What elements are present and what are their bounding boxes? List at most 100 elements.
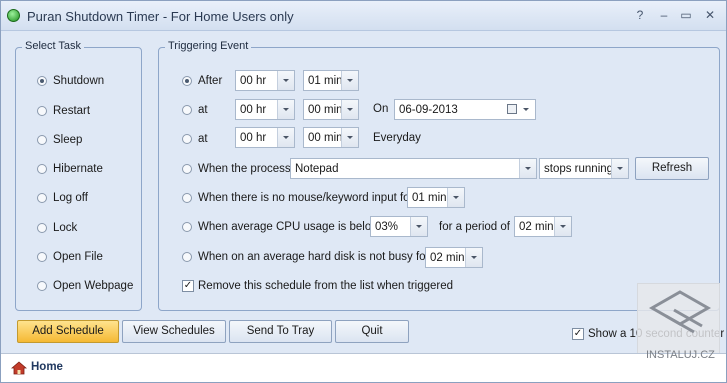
- trigger-process[interactable]: When the process: [182, 160, 291, 178]
- task-shutdown[interactable]: Shutdown: [37, 72, 104, 90]
- task-open-webpage[interactable]: Open Webpage: [37, 277, 133, 295]
- on-label: On: [373, 103, 389, 115]
- radio-icon[interactable]: [37, 76, 47, 86]
- task-lock[interactable]: Lock: [37, 219, 77, 237]
- help-button[interactable]: ?: [632, 7, 648, 23]
- title-bar: Puran Shutdown Timer - For Home Users on…: [1, 1, 726, 31]
- no-input-label: When there is no mouse/keyword input for: [198, 192, 414, 204]
- chevron-down-icon[interactable]: [447, 188, 464, 207]
- radio-icon[interactable]: [182, 222, 192, 232]
- after-hours-combo[interactable]: 00 hr: [235, 70, 295, 91]
- trigger-disk[interactable]: When on an average hard disk is not busy…: [182, 248, 429, 266]
- app-window: Puran Shutdown Timer - For Home Users on…: [0, 0, 727, 383]
- date-picker[interactable]: 06-09-2013: [394, 99, 536, 120]
- home-icon[interactable]: [11, 361, 27, 375]
- cpu-label: When average CPU usage is below: [198, 221, 380, 233]
- window-title: Puran Shutdown Timer - For Home Users on…: [27, 9, 294, 24]
- radio-icon[interactable]: [37, 164, 47, 174]
- calendar-icon[interactable]: [507, 104, 517, 114]
- radio-icon[interactable]: [37, 106, 47, 116]
- minutes-value: 00 min: [308, 131, 343, 144]
- quit-button[interactable]: Quit: [335, 320, 409, 343]
- status-bar: Home: [1, 353, 726, 382]
- condition-value: stops running: [544, 162, 614, 175]
- process-value: Notepad: [295, 162, 339, 175]
- chevron-down-icon[interactable]: [341, 100, 358, 119]
- chevron-down-icon[interactable]: [410, 217, 427, 236]
- disk-minutes-combo[interactable]: 02 min: [425, 247, 483, 268]
- minutes-value: 00 min: [308, 103, 343, 116]
- hours-value: 00 hr: [240, 103, 267, 116]
- radio-icon[interactable]: [37, 252, 47, 262]
- trigger-after[interactable]: After: [182, 72, 222, 90]
- remove-schedule-checkbox[interactable]: ✓: [182, 280, 194, 292]
- restore-button[interactable]: ▭: [678, 7, 694, 23]
- trigger-at-everyday[interactable]: at: [182, 130, 208, 148]
- show-counter-checkbox[interactable]: ✓: [572, 328, 584, 340]
- process-label: When the process: [198, 163, 291, 175]
- task-sleep[interactable]: Sleep: [37, 131, 82, 149]
- chevron-down-icon[interactable]: [519, 159, 536, 178]
- minutes-value: 02 min: [519, 220, 554, 233]
- chevron-down-icon[interactable]: [277, 100, 294, 119]
- hours-value: 00 hr: [240, 131, 267, 144]
- minimize-button[interactable]: –: [656, 7, 672, 23]
- radio-icon[interactable]: [37, 223, 47, 233]
- after-minutes-value: 01 min: [308, 74, 343, 87]
- view-schedules-button[interactable]: View Schedules: [122, 320, 226, 343]
- radio-icon[interactable]: [182, 252, 192, 262]
- after-hours-value: 00 hr: [240, 74, 267, 87]
- process-combo[interactable]: Notepad: [290, 158, 537, 179]
- task-label: Open Webpage: [53, 280, 134, 292]
- watermark-icon: [648, 290, 712, 334]
- everyday-hours-combo[interactable]: 00 hr: [235, 127, 295, 148]
- at-date-hours-combo[interactable]: 00 hr: [235, 99, 295, 120]
- minutes-value: 01 min: [412, 191, 447, 204]
- no-input-minutes-combo[interactable]: 01 min: [407, 187, 465, 208]
- radio-icon[interactable]: [37, 193, 47, 203]
- task-hibernate[interactable]: Hibernate: [37, 160, 103, 178]
- cpu-period-combo[interactable]: 02 min: [514, 216, 572, 237]
- radio-icon[interactable]: [182, 76, 192, 86]
- chevron-down-icon[interactable]: [277, 71, 294, 90]
- radio-icon[interactable]: [37, 281, 47, 291]
- add-schedule-button[interactable]: Add Schedule: [17, 320, 119, 343]
- task-label: Hibernate: [53, 163, 103, 175]
- after-label: After: [198, 75, 223, 87]
- task-label: Sleep: [53, 134, 83, 146]
- task-logoff[interactable]: Log off: [37, 189, 88, 207]
- radio-icon[interactable]: [37, 135, 47, 145]
- at-date-minutes-combo[interactable]: 00 min: [303, 99, 359, 120]
- everyday-minutes-combo[interactable]: 00 min: [303, 127, 359, 148]
- home-tab[interactable]: Home: [31, 361, 63, 373]
- process-condition-combo[interactable]: stops running: [539, 158, 629, 179]
- trigger-cpu[interactable]: When average CPU usage is below: [182, 218, 380, 236]
- disk-label: When on an average hard disk is not busy…: [198, 251, 430, 263]
- send-to-tray-button[interactable]: Send To Tray: [229, 320, 332, 343]
- radio-icon[interactable]: [182, 105, 192, 115]
- at-label: at: [198, 133, 208, 145]
- radio-icon[interactable]: [182, 134, 192, 144]
- refresh-button[interactable]: Refresh: [635, 157, 709, 180]
- radio-icon[interactable]: [182, 193, 192, 203]
- chevron-down-icon[interactable]: [341, 71, 358, 90]
- task-restart[interactable]: Restart: [37, 102, 90, 120]
- date-value: 06-09-2013: [399, 103, 458, 116]
- close-button[interactable]: ✕: [702, 7, 718, 23]
- cpu-percent-combo[interactable]: 03%: [370, 216, 428, 237]
- task-open-file[interactable]: Open File: [37, 248, 103, 266]
- minutes-value: 02 min: [430, 251, 465, 264]
- radio-icon[interactable]: [182, 164, 192, 174]
- chevron-down-icon[interactable]: [341, 128, 358, 147]
- task-label: Log off: [53, 192, 88, 204]
- trigger-no-input[interactable]: When there is no mouse/keyword input for: [182, 189, 413, 207]
- trigger-at-date[interactable]: at: [182, 101, 208, 119]
- chevron-down-icon[interactable]: [518, 100, 535, 119]
- chevron-down-icon[interactable]: [554, 217, 571, 236]
- chevron-down-icon[interactable]: [277, 128, 294, 147]
- task-label: Open File: [53, 251, 103, 263]
- chevron-down-icon[interactable]: [465, 248, 482, 267]
- after-minutes-combo[interactable]: 01 min: [303, 70, 359, 91]
- task-label: Shutdown: [53, 75, 105, 87]
- chevron-down-icon[interactable]: [611, 159, 628, 178]
